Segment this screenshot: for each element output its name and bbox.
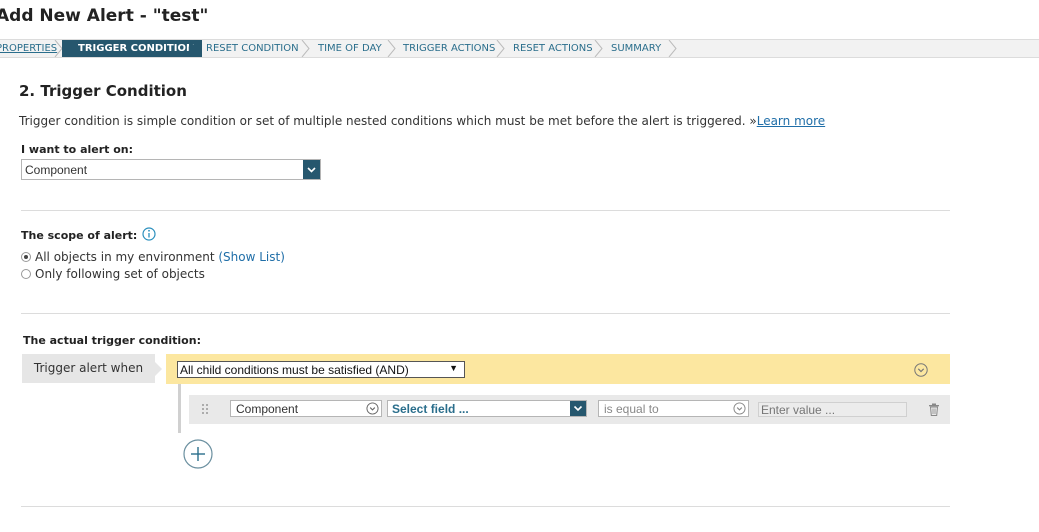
trigger-when-arrow xyxy=(155,362,162,376)
page-title: Add New Alert - "test" xyxy=(0,6,209,26)
step-separator-icon xyxy=(668,40,677,57)
scope-label: The scope of alert: xyxy=(21,229,138,242)
divider xyxy=(21,210,950,211)
scope-option-all[interactable]: All objects in my environment (Show List… xyxy=(21,250,285,264)
radio-unselected[interactable] xyxy=(21,269,31,279)
scope-option-all-label: All objects in my environment xyxy=(35,250,215,264)
chevron-down-icon[interactable] xyxy=(366,402,379,415)
alert-on-value: Component xyxy=(25,163,88,177)
step-separator-icon xyxy=(594,40,603,57)
step-time-of-day[interactable]: TIME OF DAY xyxy=(318,40,382,57)
learn-more-link[interactable]: Learn more xyxy=(757,114,825,128)
group-operator-select[interactable]: All child conditions must be satisfied (… xyxy=(177,361,465,378)
active-step-arrow-icon xyxy=(189,40,197,57)
trigger-condition-label: The actual trigger condition: xyxy=(23,334,201,347)
condition-field-select[interactable]: Select field ... xyxy=(387,400,587,417)
section-description: Trigger condition is simple condition or… xyxy=(19,114,825,128)
condition-operator-value: is equal to xyxy=(604,402,659,416)
step-separator-icon xyxy=(387,40,396,57)
wizard-steps: PROPERTIES TRIGGER CONDITION RESET CONDI… xyxy=(0,39,1039,58)
alert-on-select[interactable]: Component xyxy=(21,159,321,180)
group-menu-chevron-icon[interactable] xyxy=(914,363,928,377)
description-text: Trigger condition is simple condition or… xyxy=(19,114,757,128)
chevron-down-icon[interactable] xyxy=(733,402,746,415)
condition-object-value: Component xyxy=(236,402,299,416)
drag-handle-icon[interactable] xyxy=(200,403,210,415)
step-summary[interactable]: SUMMARY xyxy=(611,40,661,57)
step-separator-icon xyxy=(496,40,505,57)
trigger-when-label: Trigger alert when xyxy=(22,354,155,383)
step-trigger-condition[interactable]: TRIGGER CONDITION xyxy=(62,40,203,57)
step-trigger-actions[interactable]: TRIGGER ACTIONS xyxy=(403,40,495,57)
alert-on-label: I want to alert on: xyxy=(21,143,134,156)
chevron-down-icon[interactable] xyxy=(303,160,320,179)
divider xyxy=(21,506,950,507)
step-properties[interactable]: PROPERTIES xyxy=(0,40,57,57)
step-separator-icon xyxy=(301,40,310,57)
tree-connector-line xyxy=(178,384,181,433)
step-reset-actions[interactable]: RESET ACTIONS xyxy=(513,40,593,57)
condition-field-value: Select field ... xyxy=(392,402,469,416)
scope-option-following-label: Only following set of objects xyxy=(35,267,205,281)
show-list-link[interactable]: (Show List) xyxy=(218,250,285,264)
condition-value-input[interactable] xyxy=(758,402,907,417)
chevron-down-icon[interactable] xyxy=(570,401,586,416)
trash-icon[interactable] xyxy=(928,403,940,416)
condition-operator-select[interactable]: is equal to xyxy=(598,400,749,417)
divider xyxy=(21,313,950,314)
radio-selected[interactable] xyxy=(21,252,31,262)
add-circle-icon[interactable] xyxy=(183,439,213,469)
condition-object-select[interactable]: Component xyxy=(230,400,382,417)
group-operator-value: All child conditions must be satisfied (… xyxy=(180,363,409,377)
scope-option-following[interactable]: Only following set of objects xyxy=(21,267,205,281)
section-title: 2. Trigger Condition xyxy=(19,82,187,100)
step-reset-condition[interactable]: RESET CONDITION xyxy=(206,40,299,57)
dropdown-arrow-icon: ▼ xyxy=(449,363,458,373)
info-icon[interactable] xyxy=(142,227,156,241)
